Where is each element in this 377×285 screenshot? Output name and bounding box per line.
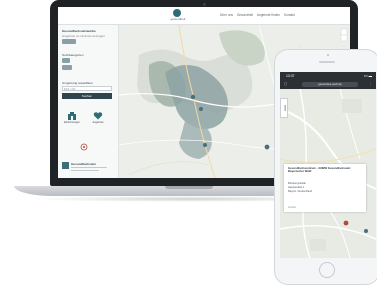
- map-marker[interactable]: [264, 144, 270, 150]
- building-icon: [68, 112, 76, 120]
- phone-screen: 13:37 ▪▪▪ ▬ ▢ gesundes-web.de ⋮ Liste Ge…: [280, 72, 376, 258]
- logo-text: gesundheit: [170, 17, 186, 21]
- home-button[interactable]: [319, 262, 335, 278]
- popup-title: Gesundheitszentrum · GNBW Gesundheitsnet…: [288, 166, 351, 174]
- tile-offers[interactable]: Angebote: [88, 112, 108, 126]
- tile-facilities-label: Einrichtungen: [64, 121, 80, 124]
- map-marker[interactable]: [190, 94, 196, 100]
- signal-icon: ▪▪▪ ▬: [364, 74, 372, 78]
- map-marker[interactable]: [199, 107, 203, 111]
- menu-icon[interactable]: ⋮: [369, 82, 372, 86]
- tabs-icon[interactable]: ▢: [284, 82, 287, 86]
- sidebar: Gesundheitsnetzwerke Angebote im Umkreis…: [58, 25, 119, 178]
- heart-icon: [93, 112, 103, 120]
- browser-bar: ▢ gesundes-web.de ⋮: [280, 80, 376, 89]
- sidebar-subtext: Angebote im Umkreis anzeigen: [62, 34, 105, 38]
- map-marker[interactable]: [203, 143, 207, 147]
- nav-item[interactable]: Über uns: [220, 13, 233, 17]
- list-tab-label: Liste: [283, 104, 288, 112]
- logo-mark-icon: [173, 9, 181, 17]
- result-line: [71, 170, 99, 172]
- zoom-out-button[interactable]: [340, 34, 348, 42]
- search-button[interactable]: Suchen: [62, 93, 112, 99]
- laptop-notch: [165, 186, 213, 189]
- tile-facilities[interactable]: Einrichtungen: [62, 112, 82, 126]
- filter-chip[interactable]: [62, 65, 72, 70]
- popup-line: Hauptstraße 1: [288, 186, 305, 189]
- phone-camera: [327, 54, 329, 56]
- filter-label: Suchkategorien: [62, 53, 84, 57]
- result-title[interactable]: Gesundheitsnetz: [71, 162, 96, 166]
- result-line: [71, 167, 107, 169]
- popup-details-link[interactable]: Details: [288, 206, 296, 209]
- phone-speaker: [319, 61, 335, 63]
- sidebar-heading: Gesundheitsnetzwerke: [62, 29, 96, 33]
- location-label: Umgebung auswählen: [62, 81, 93, 85]
- site-header: gesundheit Über uns Gesundheit Angebote …: [58, 7, 350, 25]
- result-thumbnail: [62, 162, 69, 169]
- nav-item[interactable]: Angebote finden: [257, 13, 280, 17]
- site-logo[interactable]: gesundheit: [160, 9, 196, 23]
- phone: 13:37 ▪▪▪ ▬ ▢ gesundes-web.de ⋮ Liste Ge…: [274, 49, 377, 285]
- laptop-camera: [203, 3, 206, 6]
- zoom-in-button[interactable]: [340, 28, 348, 36]
- main-nav: Über uns Gesundheit Angebote finden Kont…: [220, 13, 298, 17]
- popup-line: Beratungsstelle: [288, 182, 306, 185]
- nav-item[interactable]: Gesundheit: [237, 13, 253, 17]
- toggle-button[interactable]: [62, 39, 76, 44]
- location-input[interactable]: PLZ / Ort: [62, 86, 112, 91]
- filter-chip[interactable]: [62, 58, 70, 63]
- map-popup: Gesundheitszentrum · GNBW Gesundheitsnet…: [284, 164, 366, 212]
- tile-offers-label: Angebote: [92, 121, 104, 124]
- list-tab[interactable]: Liste: [280, 98, 288, 118]
- status-time: 13:37: [286, 74, 295, 78]
- popup-line: Bayern, Deutschland: [288, 190, 313, 193]
- map-marker[interactable]: [364, 229, 368, 233]
- address-bar[interactable]: gesundes-web.de: [302, 82, 358, 87]
- map-marker[interactable]: [343, 220, 349, 226]
- location-pin-icon: [80, 143, 88, 151]
- status-bar: 13:37 ▪▪▪ ▬: [280, 72, 376, 80]
- nav-item[interactable]: Kontakt: [284, 13, 295, 17]
